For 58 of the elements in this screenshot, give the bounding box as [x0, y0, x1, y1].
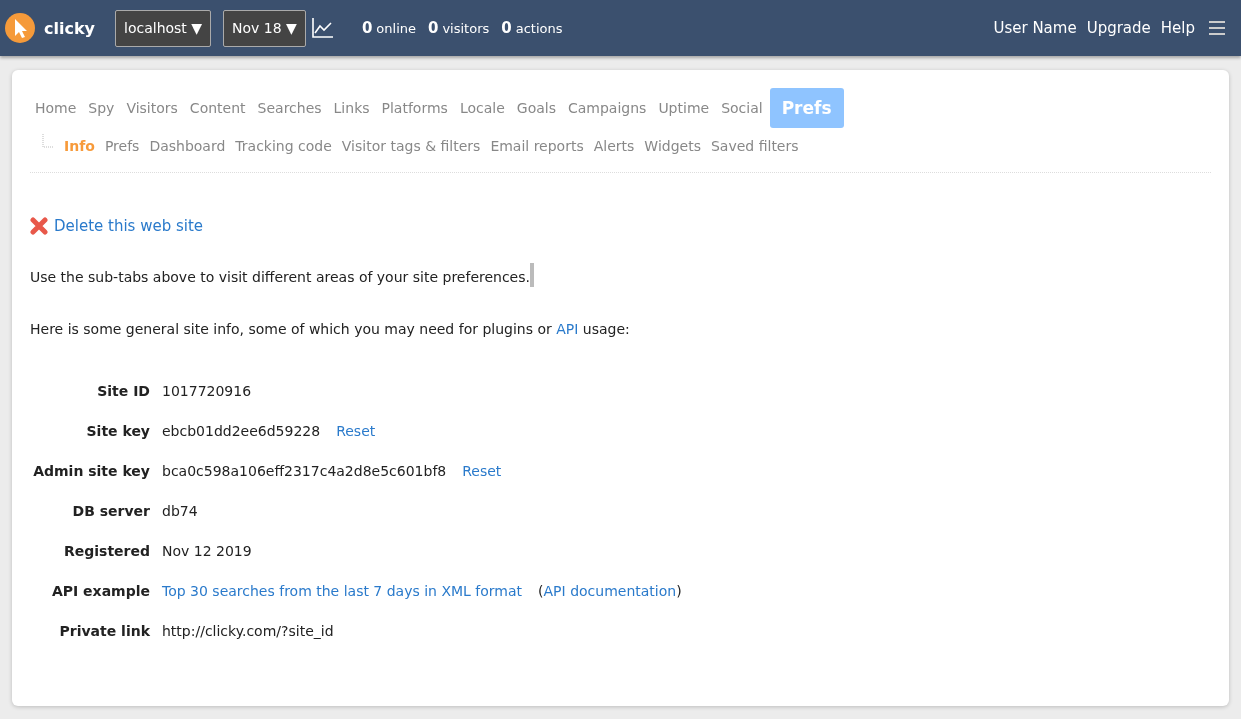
- header-link[interactable]: User Name: [993, 19, 1077, 37]
- info-text: Here is some general site info, some of which you may need for plugins or API usage:: [30, 321, 631, 337]
- info-value: ebcb01dd2ee6d59228: [162, 423, 321, 439]
- nav-tab[interactable]: Searches: [252, 96, 327, 120]
- nav-tab[interactable]: Social: [716, 96, 768, 120]
- tree-branch-icon: [42, 134, 54, 148]
- sub-tab[interactable]: Saved filters: [706, 134, 803, 158]
- nav-tab[interactable]: Goals: [511, 96, 561, 120]
- sub-tab[interactable]: Dashboard: [145, 134, 230, 158]
- api-docs-note: (API documentation): [538, 583, 682, 599]
- sub-tab[interactable]: Tracking code: [231, 134, 336, 158]
- line-chart-icon[interactable]: [311, 18, 334, 38]
- info-link[interactable]: Top 30 searches from the last 7 days in XML format: [162, 583, 523, 599]
- nav-tab[interactable]: Campaigns: [562, 96, 652, 120]
- info-value: db74: [162, 503, 198, 519]
- info-value: Nov 12 2019: [162, 543, 252, 559]
- sub-tab[interactable]: Email reports: [486, 134, 588, 158]
- info-label: Registered: [62, 543, 150, 559]
- info-value: bca0c598a106eff2317c4a2d8e5c601bf8: [162, 463, 447, 479]
- api-docs-link[interactable]: API documentation: [543, 583, 677, 599]
- nav-tab[interactable]: Platforms: [376, 96, 453, 120]
- header-link[interactable]: Upgrade: [1086, 19, 1151, 37]
- header-link[interactable]: Help: [1160, 19, 1195, 37]
- nav-tab[interactable]: Locale: [454, 96, 510, 120]
- sub-tab[interactable]: Alerts: [589, 134, 639, 158]
- sub-tab[interactable]: Info: [60, 134, 99, 158]
- api-link[interactable]: API: [556, 321, 579, 337]
- brand-name: clicky: [44, 18, 95, 38]
- nav-tab[interactable]: Home: [30, 96, 82, 120]
- cursor-logo-icon: [4, 12, 36, 44]
- action-link[interactable]: Reset: [336, 423, 376, 439]
- menu-icon[interactable]: [1209, 21, 1225, 35]
- nav-tab[interactable]: Visitors: [121, 96, 183, 120]
- text-cursor-icon: [530, 263, 534, 287]
- sub-tab[interactable]: Widgets: [640, 134, 705, 158]
- info-label: Private link: [58, 623, 150, 639]
- info-label: DB server: [71, 503, 150, 519]
- site-dropdown[interactable]: localhost ▼: [115, 9, 212, 47]
- visitor-stat: 0 actions: [501, 19, 563, 37]
- info-value: http://clicky.com/?site_id: [162, 623, 334, 639]
- sub-tab[interactable]: Visitor tags & filters: [337, 134, 485, 158]
- intro-text: Use the sub-tabs above to visit different areas of your site preferences.: [30, 269, 530, 285]
- nav-tab[interactable]: Links: [328, 96, 375, 120]
- nav-tab[interactable]: Uptime: [653, 96, 715, 120]
- info-label: Admin site key: [32, 463, 150, 479]
- sub-tab[interactable]: Prefs: [100, 134, 144, 158]
- delete-site-link[interactable]: Delete this web site: [54, 217, 204, 235]
- nav-tab[interactable]: Content: [184, 96, 251, 120]
- action-link[interactable]: Reset: [462, 463, 502, 479]
- visitor-stat: 0 online: [361, 19, 416, 37]
- delete-cross-icon: [30, 217, 48, 235]
- info-label: Site ID: [96, 383, 150, 399]
- info-label: API example: [50, 583, 150, 599]
- info-label: Site key: [85, 423, 150, 439]
- visitor-stat: 0 visitors: [428, 19, 490, 37]
- info-value: 1017720916: [162, 383, 252, 399]
- nav-tab[interactable]: Spy: [83, 96, 120, 120]
- date-dropdown[interactable]: Nov 18 ▼: [223, 9, 306, 47]
